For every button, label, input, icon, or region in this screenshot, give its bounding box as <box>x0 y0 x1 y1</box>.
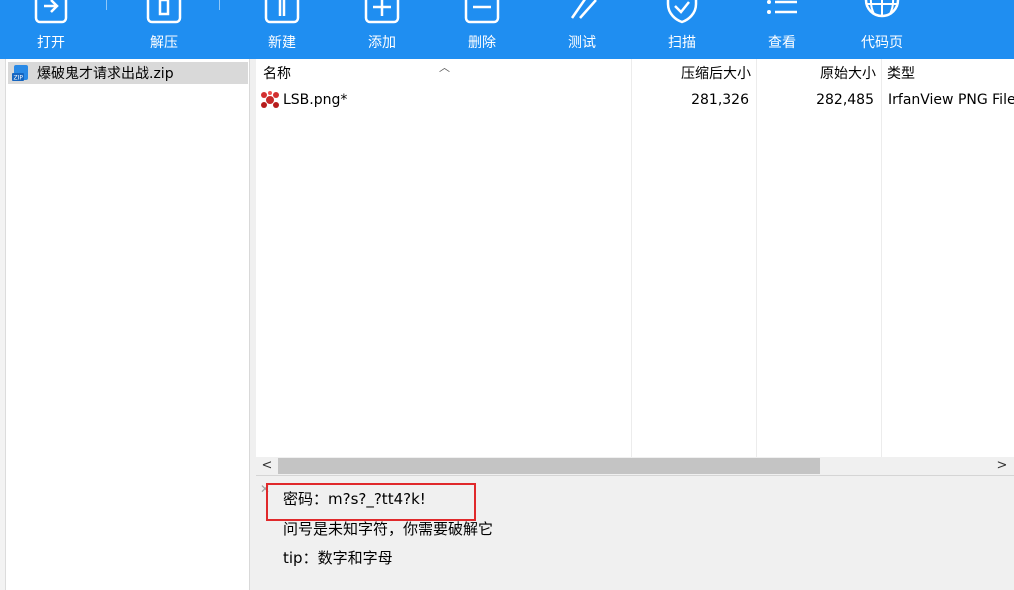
codepage-label: 代码页 <box>861 35 903 51</box>
extract-button[interactable]: 解压 <box>119 0 209 59</box>
view-label: 查看 <box>768 35 796 51</box>
view-button[interactable]: 查看 <box>737 0 827 59</box>
add-icon <box>364 0 400 24</box>
row-name: LSB.png* <box>283 92 348 108</box>
new-label: 新建 <box>268 35 296 51</box>
codepage-button[interactable]: 代码页 <box>837 0 927 59</box>
column-header-original[interactable]: 原始大小 <box>757 59 876 89</box>
column-header-type[interactable]: 类型 <box>887 59 1014 89</box>
column-header-compressed[interactable]: 压缩后大小 <box>632 59 751 89</box>
codepage-icon <box>864 0 900 18</box>
row-type: IrfanView PNG File <box>888 92 1014 108</box>
new-button[interactable]: 新建 <box>237 0 327 59</box>
comment-panel: ✕ 密码：m?s?_?tt4?k! 问号是未知字符，你需要破解它 tip：数字和… <box>256 475 1014 590</box>
test-icon <box>570 0 597 19</box>
extract-label: 解压 <box>150 35 178 51</box>
row-compressed-size: 281,326 <box>691 92 749 108</box>
open-icon <box>34 0 68 24</box>
delete-button[interactable]: 删除 <box>437 0 527 59</box>
file-list: 名称 ︿ 压缩后大小 原始大小 类型 LSB.png* 281,326 282,… <box>256 59 1014 457</box>
tree-item-label: 爆破鬼才请求出战.zip <box>37 66 174 82</box>
delete-icon <box>464 0 500 24</box>
add-label: 添加 <box>368 35 396 51</box>
toolbar: 打开 解压 新建 添加 删除 测试 扫描 查看 代码页 <box>0 0 1014 59</box>
row-name-cell: LSB.png* <box>260 89 620 111</box>
scan-button[interactable]: 扫描 <box>637 0 727 59</box>
comment-line-hint: 问号是未知字符，你需要破解它 <box>283 520 494 538</box>
view-icon <box>767 0 797 14</box>
zip-archive-icon: ZIP <box>12 65 28 82</box>
add-button[interactable]: 添加 <box>337 0 427 59</box>
open-button[interactable]: 打开 <box>6 0 96 59</box>
tree-item-archive[interactable]: ZIP 爆破鬼才请求出战.zip <box>8 62 248 84</box>
new-icon <box>264 0 300 24</box>
open-label: 打开 <box>37 35 65 51</box>
scroll-right-icon[interactable]: > <box>993 457 1011 475</box>
row-original-size: 282,485 <box>816 92 874 108</box>
scan-label: 扫描 <box>668 35 696 51</box>
test-button[interactable]: 测试 <box>537 0 627 59</box>
svg-text:ZIP: ZIP <box>14 75 24 82</box>
scroll-thumb[interactable] <box>278 458 820 474</box>
test-label: 测试 <box>568 35 596 51</box>
folder-tree: ZIP 爆破鬼才请求出战.zip <box>6 59 250 590</box>
irfanview-file-icon <box>261 91 279 108</box>
horizontal-scrollbar[interactable]: < > <box>256 457 1014 475</box>
delete-label: 删除 <box>468 35 496 51</box>
scan-icon <box>666 0 698 24</box>
extract-icon <box>146 0 182 24</box>
comment-line-password: 密码：m?s?_?tt4?k! <box>283 490 426 508</box>
scroll-left-icon[interactable]: < <box>258 457 276 475</box>
sort-ascending-icon: ︿ <box>439 61 450 74</box>
comment-line-tip: tip：数字和字母 <box>283 549 393 567</box>
